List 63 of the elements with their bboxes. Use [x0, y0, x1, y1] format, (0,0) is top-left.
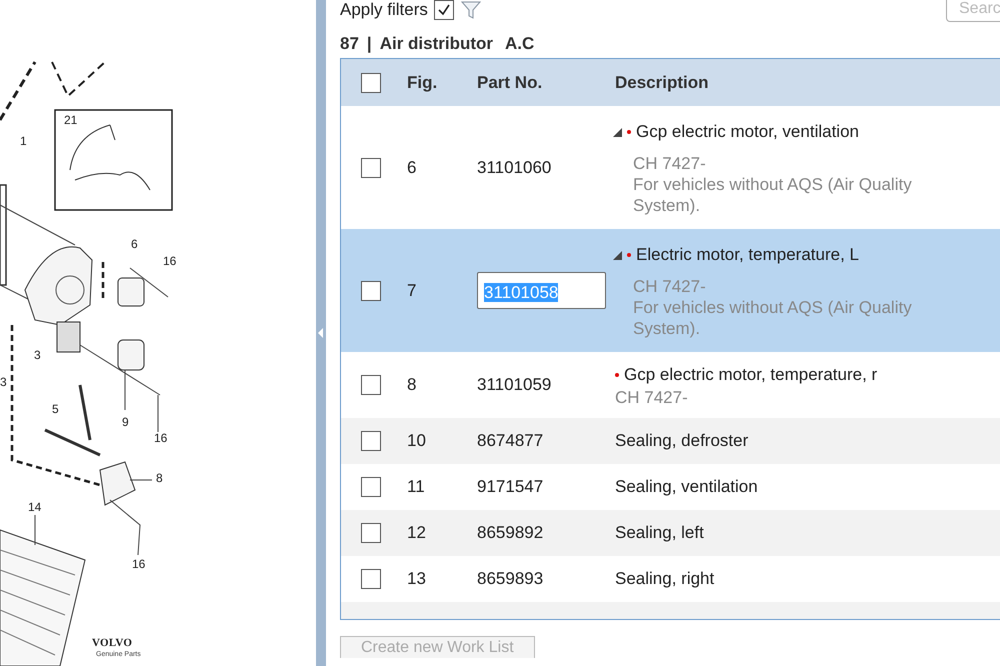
- fig-cell-text: 7: [407, 280, 418, 302]
- brand-logo: VOLVO: [92, 638, 132, 649]
- description-note: CH 7427-: [615, 387, 689, 408]
- section-title: Air distributor: [380, 33, 494, 56]
- fig-cell-text: 6: [407, 156, 418, 179]
- filter-icon[interactable]: [460, 0, 482, 20]
- row-checkbox[interactable]: [361, 280, 381, 300]
- section-number: 87: [340, 33, 359, 56]
- fig-cell-text: 13: [407, 568, 427, 590]
- row-checkbox[interactable]: [361, 569, 381, 589]
- callout-number: 5: [52, 403, 59, 415]
- table-row[interactable]: 7 31101058 Electric motor, temperature, L CH 7427- For vehicles without AQS (Air Quality System).: [341, 229, 1000, 352]
- expand-triangle-icon[interactable]: [613, 128, 622, 136]
- checkmark-icon: [436, 3, 451, 17]
- part-number-cell: 8659893: [477, 569, 544, 588]
- description-note: CH 7427-: [633, 276, 707, 297]
- row-checkbox[interactable]: [361, 431, 381, 451]
- description-text: Sealing, left: [615, 522, 704, 544]
- callout-number: 14: [28, 501, 42, 513]
- description-text: Sealing, ventilation: [615, 476, 758, 498]
- separator: |: [366, 33, 372, 56]
- description-text: Sealing, right: [615, 568, 714, 590]
- description-note: For vehicles without AQS (Air Quality System).: [633, 174, 913, 216]
- fig-cell-text: 10: [407, 430, 427, 452]
- callout-number: 6: [131, 238, 138, 250]
- part-number-cell: 8674877: [477, 431, 544, 450]
- collapse-arrow-icon: [318, 328, 324, 338]
- description-text: Sealing, defroster: [615, 430, 748, 452]
- column-header[interactable]: Fig.: [407, 70, 477, 96]
- part-number-cell: 8659892: [477, 523, 544, 542]
- row-checkbox[interactable]: [361, 375, 381, 395]
- callout-number: 16: [132, 558, 146, 570]
- apply-filters-checkbox[interactable]: [434, 0, 454, 20]
- row-checkbox[interactable]: [361, 158, 381, 178]
- expand-triangle-icon[interactable]: [613, 250, 622, 260]
- row-checkbox[interactable]: [361, 477, 381, 497]
- callout-number: 9: [122, 416, 129, 428]
- callout-number: 8: [156, 472, 163, 484]
- description-note: CH 7427-: [633, 152, 707, 174]
- fig-cell-text: 11: [407, 476, 426, 498]
- section-suffix: A.C: [505, 33, 534, 56]
- column-header[interactable]: Part No.: [477, 70, 615, 96]
- table-row[interactable]: 12 8659892 Sealing, left: [341, 510, 1000, 556]
- fig-cell-text: 12: [407, 522, 427, 544]
- callout-number: 16: [163, 255, 176, 267]
- fig-cell-text: 8: [407, 374, 418, 396]
- description-text: Electric motor, temperature, L: [636, 244, 859, 266]
- column-header[interactable]: Description: [615, 70, 709, 96]
- callout-number: 16: [154, 432, 168, 444]
- apply-filters-label: Apply filters: [340, 0, 428, 22]
- callout-number: 3: [34, 349, 41, 361]
- callout-number: 3: [0, 376, 7, 388]
- table-row[interactable]: 10 8674877 Sealing, defroster: [341, 418, 1000, 464]
- callout-number: 1: [20, 135, 27, 147]
- select-all-checkbox[interactable]: [361, 72, 381, 92]
- row-checkbox[interactable]: [361, 523, 381, 543]
- description-text: Gcp electric motor, temperature, r: [624, 364, 878, 386]
- callout-number: 21: [64, 114, 78, 126]
- part-number-cell: 9171547: [477, 477, 544, 496]
- description-note: For vehicles without AQS (Air Quality System).: [633, 296, 913, 339]
- description-text: Gcp electric motor, ventilation: [636, 121, 859, 144]
- part-number-cell: 31101059: [477, 375, 552, 394]
- part-number-cell: 31101060: [477, 158, 552, 177]
